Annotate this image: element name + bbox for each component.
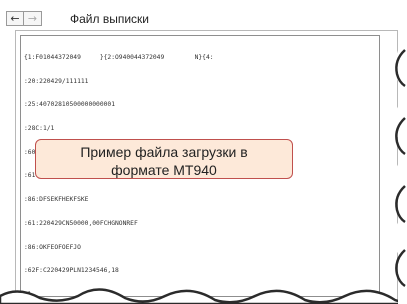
file-line: :25:40702810500000000001 <box>24 101 115 109</box>
file-line: -} <box>24 291 32 297</box>
back-button[interactable]: ← <box>6 11 24 26</box>
callout-note: Пример файла загрузки в формате MT940 <box>35 139 293 179</box>
window-toolbar: ← → Файл выписки <box>0 0 407 30</box>
file-line: :86:OKFEOFOEFJO <box>24 243 81 251</box>
file-line: {1:F01044372049 }{2:O940044372049 N}{4: <box>24 53 214 61</box>
forward-button[interactable]: → <box>24 11 42 26</box>
callout-line-1: Пример файла загрузки в <box>80 144 248 160</box>
file-line: :62F:C220429PLN1234546,18 <box>24 267 119 275</box>
arrow-right-icon: → <box>27 12 38 25</box>
file-line: :28C:1/1 <box>24 124 55 132</box>
file-line: :61:220429CN50000,00FCHGNONREF <box>24 219 138 227</box>
file-line: :86:DFSEKFHEKFSKE <box>24 196 89 204</box>
callout-line-2: формате MT940 <box>111 162 217 178</box>
arrow-left-icon: ← <box>10 12 20 25</box>
file-line: :20:220429/111111 <box>24 77 89 85</box>
window-title: Файл выписки <box>70 12 149 26</box>
